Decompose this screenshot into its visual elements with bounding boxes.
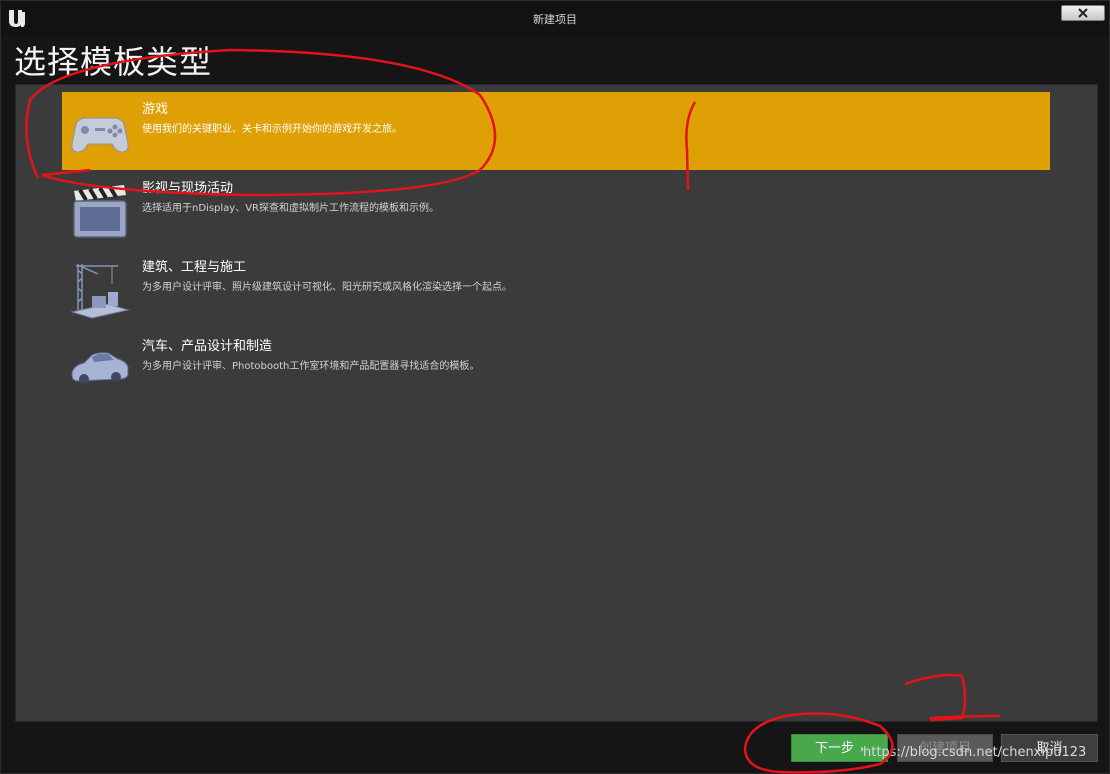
page-title: 选择模板类型 <box>14 43 213 81</box>
template-name: 汽车、产品设计和制造 <box>142 339 273 354</box>
close-icon <box>1078 8 1088 18</box>
template-description: 使用我们的关键职业、关卡和示例开始你的游戏开发之旅。 <box>142 124 402 135</box>
close-button[interactable] <box>1061 5 1105 21</box>
template-item-automotive[interactable]: 汽车、产品设计和制造 为多用户设计评审、Photobooth工作室环境和产品配置… <box>62 329 1050 407</box>
template-item-games[interactable]: 游戏 使用我们的关键职业、关卡和示例开始你的游戏开发之旅。 <box>62 92 1050 170</box>
crane-icon <box>70 264 130 319</box>
template-name: 游戏 <box>142 102 169 117</box>
template-list: 游戏 使用我们的关键职业、关卡和示例开始你的游戏开发之旅。 影视与现场活动 选择… <box>15 84 1098 722</box>
template-name: 影视与现场活动 <box>142 181 234 196</box>
template-description: 选择适用于nDisplay、VR探查和虚拟制片工作流程的模板和示例。 <box>142 203 439 214</box>
clapperboard-icon <box>73 185 127 238</box>
window-title: 新建项目 <box>533 13 577 26</box>
template-description: 为多用户设计评审、照片级建筑设计可视化、阳光研究或风格化渲染选择一个起点。 <box>142 282 512 293</box>
next-button-label: 下一步 <box>814 741 854 756</box>
template-description: 为多用户设计评审、Photobooth工作室环境和产品配置器寻找适合的模板。 <box>142 361 480 372</box>
watermark: https://blog.csdn.net/chenxipu123 <box>863 745 1087 760</box>
template-name: 建筑、工程与施工 <box>142 260 247 275</box>
new-project-window: 新建项目 选择模板类型 游戏 使用我们的关键职业、关卡和示例开始你的游戏开发之旅… <box>0 0 1110 774</box>
title-bar[interactable]: 新建项目 <box>1 1 1109 35</box>
template-item-architecture[interactable]: 建筑、工程与施工 为多用户设计评审、照片级建筑设计可视化、阳光研究或风格化渲染选… <box>62 250 1050 328</box>
car-icon <box>71 352 129 384</box>
template-item-film[interactable]: 影视与现场活动 选择适用于nDisplay、VR探查和虚拟制片工作流程的模板和示… <box>62 171 1050 249</box>
gamepad-icon <box>71 117 129 153</box>
